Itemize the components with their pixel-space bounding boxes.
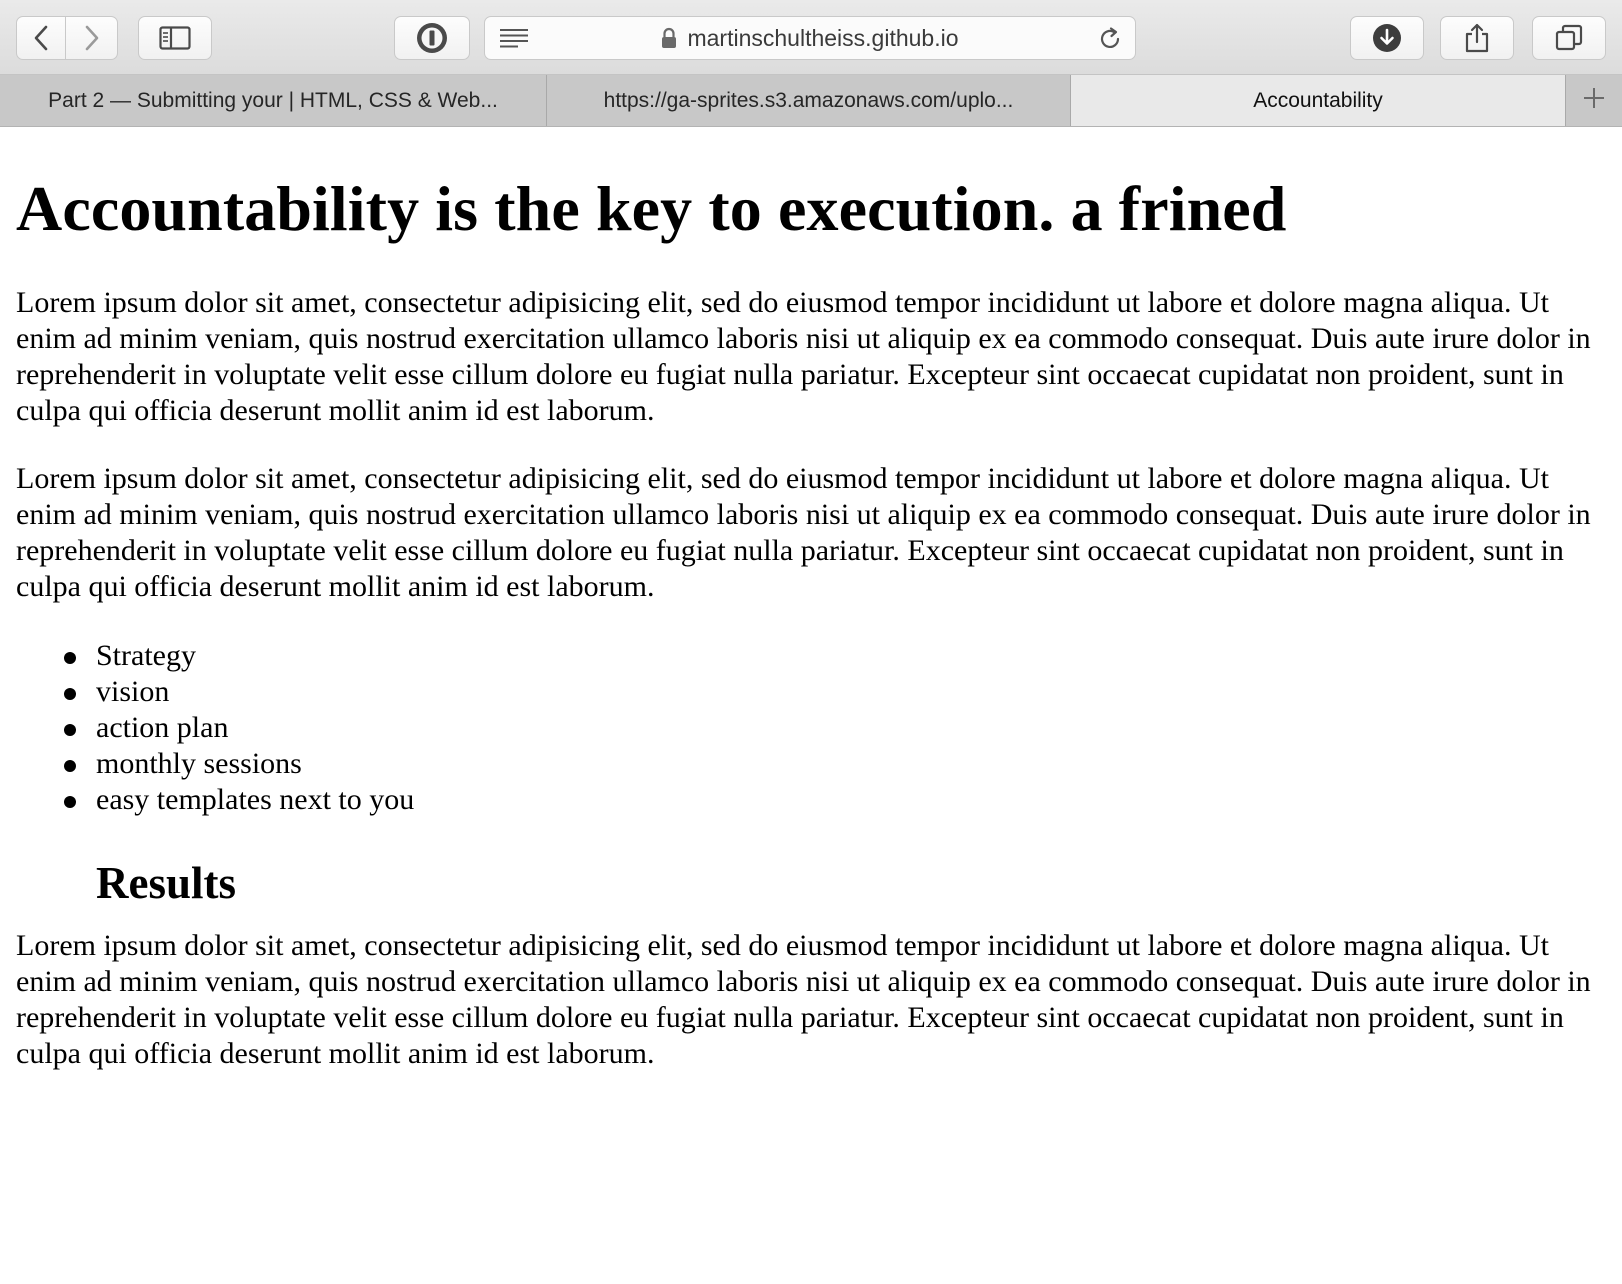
lock-icon [661, 27, 677, 49]
tab-title: https://ga-sprites.s3.amazonaws.com/uplo… [603, 88, 1014, 112]
tab-title: Part 2 — Submitting your | HTML, CSS & W… [48, 88, 498, 112]
list-item: Strategy [0, 638, 414, 674]
tab-overview-button[interactable] [1532, 16, 1606, 60]
plus-icon [1582, 86, 1606, 115]
forward-button[interactable] [66, 16, 118, 60]
address-bar[interactable]: martinschultheiss.github.io [484, 16, 1136, 60]
paragraph-1: Lorem ipsum dolor sit amet, consectetur … [16, 286, 1591, 427]
url-display[interactable]: martinschultheiss.github.io [485, 17, 1135, 59]
tab-submitting[interactable]: Part 2 — Submitting your | HTML, CSS & W… [0, 75, 547, 126]
url-text: martinschultheiss.github.io [687, 24, 959, 51]
browser-toolbar: martinschultheiss.github.io [0, 0, 1622, 75]
share-button[interactable] [1440, 16, 1514, 60]
chevron-right-icon [84, 25, 100, 51]
back-button[interactable] [16, 16, 66, 60]
list-item: action plan [0, 710, 414, 746]
page-heading: Accountability is the key to execution. … [16, 173, 1287, 244]
list-item: easy templates next to you [0, 782, 414, 818]
share-icon [1464, 23, 1490, 53]
list-item: vision [0, 674, 414, 710]
list-item: monthly sessions [0, 746, 414, 782]
tab-ga-sprites[interactable]: https://ga-sprites.s3.amazonaws.com/uplo… [547, 75, 1071, 126]
password-manager-icon [415, 21, 449, 55]
new-tab-button[interactable] [1565, 75, 1622, 126]
sidebar-button[interactable] [138, 16, 212, 60]
tab-accountability[interactable]: Accountability [1071, 75, 1566, 126]
sidebar-icon [159, 26, 191, 50]
tab-bar: Part 2 — Submitting your | HTML, CSS & W… [0, 75, 1622, 127]
tab-title: Accountability [1253, 88, 1383, 112]
paragraph-3: Lorem ipsum dolor sit amet, consectetur … [16, 929, 1591, 1070]
paragraph-2: Lorem ipsum dolor sit amet, consectetur … [16, 462, 1591, 603]
feature-list: Strategy vision action plan monthly sess… [0, 638, 414, 818]
results-heading: Results [96, 858, 237, 908]
chevron-left-icon [33, 25, 49, 51]
password-manager-button[interactable] [394, 16, 470, 60]
downloads-button[interactable] [1350, 16, 1424, 60]
download-icon [1372, 23, 1402, 53]
tab-overview-icon [1555, 24, 1583, 52]
reload-icon[interactable] [1097, 26, 1123, 57]
